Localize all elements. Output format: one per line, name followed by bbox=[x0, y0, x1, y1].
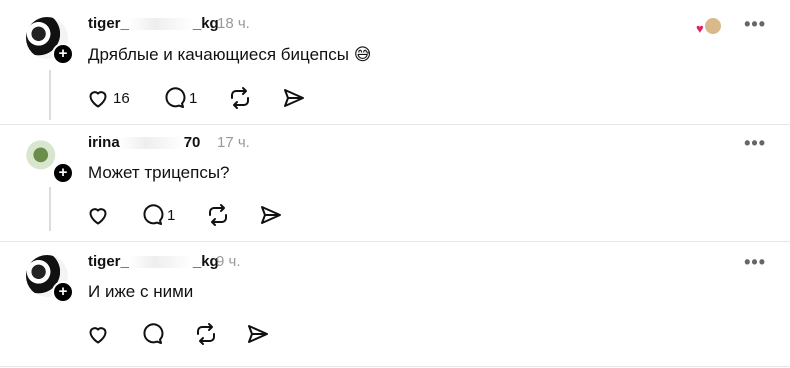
share-icon bbox=[284, 89, 304, 107]
heart-icon: ♥ bbox=[696, 21, 704, 36]
username-prefix: tiger_ bbox=[88, 15, 129, 32]
comment-item: + tiger_ _kg 9 ч. ••• И иже с ними bbox=[0, 242, 790, 366]
divider bbox=[0, 366, 790, 367]
repost-button[interactable] bbox=[228, 85, 252, 111]
follow-plus-icon[interactable]: + bbox=[52, 162, 74, 184]
more-options-button[interactable]: ••• bbox=[744, 14, 766, 35]
like-button[interactable]: 16 bbox=[86, 85, 130, 111]
comment-icon bbox=[143, 204, 164, 225]
username-prefix: irina bbox=[88, 134, 120, 151]
like-button[interactable] bbox=[86, 321, 113, 347]
reply-button[interactable]: 1 bbox=[162, 85, 197, 111]
comment-text-body: Дряблые и качающиеся бицепсы bbox=[88, 45, 349, 64]
avatar[interactable]: + bbox=[26, 17, 74, 65]
timestamp[interactable]: 18 ч. bbox=[217, 15, 250, 32]
avatar[interactable]: + bbox=[26, 255, 74, 303]
username-redacted bbox=[119, 137, 184, 150]
username-suffix: 70 bbox=[183, 134, 201, 151]
more-options-button[interactable]: ••• bbox=[744, 133, 766, 154]
repost-icon bbox=[197, 323, 215, 345]
username-prefix: tiger_ bbox=[88, 253, 129, 270]
repost-button[interactable] bbox=[206, 202, 230, 228]
action-bar: 1 bbox=[86, 202, 286, 228]
username-link[interactable]: tiger_ _kg bbox=[88, 15, 219, 32]
share-icon bbox=[248, 325, 268, 343]
action-bar bbox=[86, 321, 286, 347]
repost-icon bbox=[209, 204, 227, 226]
emoji: 😅 bbox=[353, 45, 372, 65]
action-bar: 16 1 bbox=[86, 85, 326, 111]
more-options-button[interactable]: ••• bbox=[744, 252, 766, 273]
author-mini-avatar bbox=[704, 17, 722, 35]
like-count: 16 bbox=[113, 89, 130, 107]
username-redacted bbox=[128, 18, 193, 31]
heart-icon bbox=[89, 208, 107, 225]
username-link[interactable]: irina 70 bbox=[88, 134, 200, 151]
comment-icon bbox=[165, 87, 186, 108]
username-redacted bbox=[128, 256, 193, 269]
comment-text: Может трицепсы? bbox=[88, 163, 230, 182]
thread-connector-line bbox=[49, 70, 51, 120]
comment-text: И иже с ними bbox=[88, 282, 194, 301]
repost-button[interactable] bbox=[194, 321, 218, 347]
repost-icon bbox=[231, 87, 249, 109]
liked-by-author-badge: ♥ bbox=[696, 17, 722, 36]
reply-button[interactable] bbox=[140, 321, 167, 347]
heart-icon bbox=[89, 91, 107, 108]
follow-plus-icon[interactable]: + bbox=[52, 281, 74, 303]
timestamp[interactable]: 17 ч. bbox=[217, 134, 250, 151]
reply-button[interactable]: 1 bbox=[140, 202, 175, 228]
comment-item: + irina 70 17 ч. ••• Может трицепсы? 1 bbox=[0, 125, 790, 241]
timestamp[interactable]: 9 ч. bbox=[216, 253, 241, 270]
share-icon bbox=[261, 206, 281, 224]
comment-icon bbox=[143, 323, 164, 344]
share-button[interactable] bbox=[246, 321, 270, 347]
share-button[interactable] bbox=[282, 85, 306, 111]
username-link[interactable]: tiger_ _kg bbox=[88, 253, 219, 270]
share-button[interactable] bbox=[259, 202, 283, 228]
comment-text: Дряблые и качающиеся бицепсы 😅 bbox=[88, 45, 371, 65]
reply-count: 1 bbox=[167, 206, 176, 224]
like-button[interactable] bbox=[86, 202, 113, 228]
thread-connector-line bbox=[49, 187, 51, 231]
avatar[interactable]: + bbox=[26, 136, 74, 184]
comment-item: + tiger_ _kg 18 ч. ♥ ••• Дряблые и качающ… bbox=[0, 0, 790, 125]
heart-icon bbox=[89, 327, 107, 344]
username-suffix: _kg bbox=[192, 15, 219, 32]
comment-thread: + tiger_ _kg 18 ч. ♥ ••• Дряблые и качающ… bbox=[0, 0, 790, 368]
username-suffix: _kg bbox=[192, 253, 219, 270]
reply-count: 1 bbox=[189, 89, 198, 107]
follow-plus-icon[interactable]: + bbox=[52, 43, 74, 65]
